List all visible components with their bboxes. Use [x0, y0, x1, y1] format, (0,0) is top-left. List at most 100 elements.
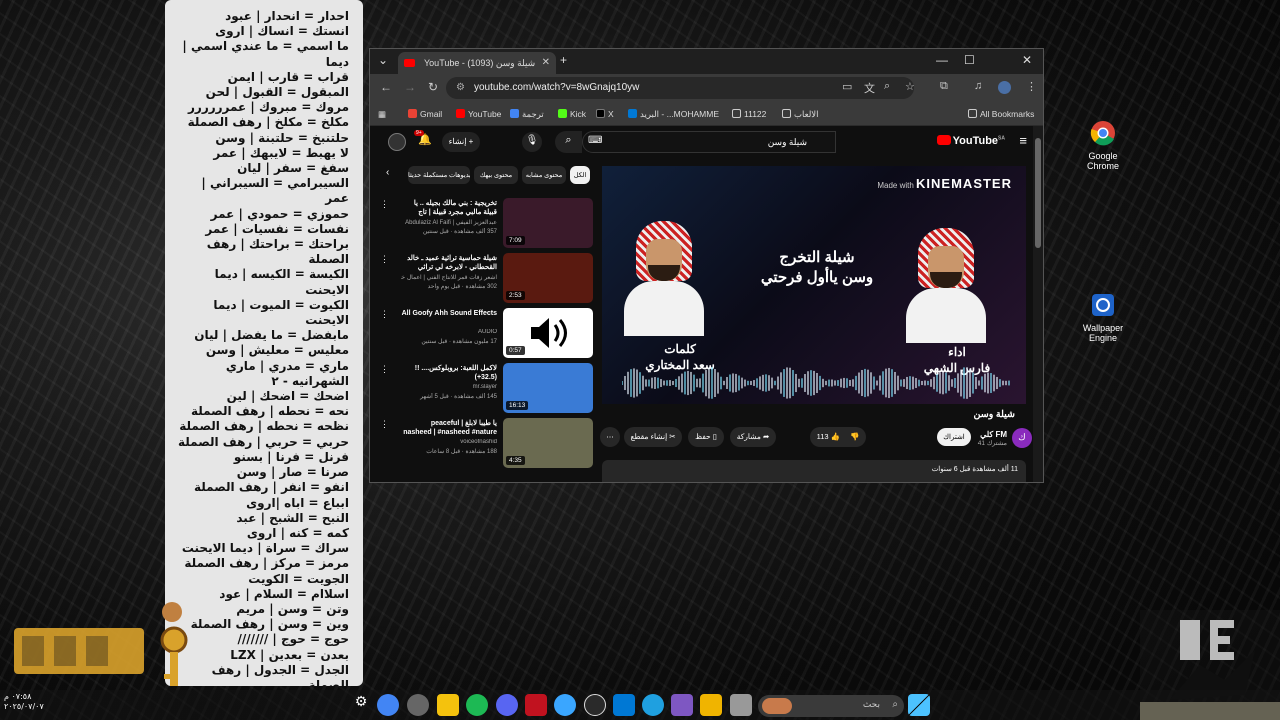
taskbar-search[interactable]: ⌕ بحث [758, 695, 904, 717]
browser-menu-icon[interactable]: ⋮ [1026, 80, 1037, 93]
recommendation-item[interactable]: 2:53 شيلة حماسية تراثية عميد ـ خالد القحط… [370, 253, 595, 303]
youtube-page: ≡ YouTubeSA شيلة وسن ⌨ ✕ ⌕ 🎙 إنشاء + 🔔9+… [370, 126, 1035, 482]
spotify-icon[interactable] [466, 694, 488, 716]
media-icon[interactable]: ♫ [974, 80, 982, 92]
search-input[interactable]: شيلة وسن [582, 131, 836, 153]
more-options-icon[interactable]: ⋮ [380, 254, 389, 265]
close-window-icon[interactable]: ✕ [1022, 53, 1032, 67]
more-options-icon[interactable]: ⋮ [380, 309, 389, 320]
chip-liked[interactable]: محتوى بيهك [474, 166, 518, 184]
search-button[interactable]: ⌕ [555, 131, 582, 153]
browser-tab[interactable]: YouTube - شيلة وسن (1093) ✕ [398, 52, 556, 74]
recommendation-meta: 145 ألف مشاهدة · قبل 5 أشهر [420, 394, 497, 400]
notifications-bell-icon[interactable]: 🔔 9+ [414, 130, 432, 146]
description-box[interactable]: 11 ألف مشاهدة قبل 6 سنوات [602, 460, 1026, 482]
bookmark-youtube[interactable]: YouTube [456, 109, 501, 119]
share-button[interactable]: مشاركة ➦ [730, 427, 776, 447]
bookmark-kick[interactable]: Kick [558, 109, 586, 119]
recommendation-item[interactable]: 7:09 تخريجية : بني مالك بجيله .. يا قبيلة… [370, 198, 595, 248]
recommendation-title[interactable]: All Goofy Ahh Sound Effects [401, 309, 497, 318]
copilot-icon[interactable] [671, 694, 693, 716]
recommendation-channel[interactable]: mr.slayer [401, 384, 497, 390]
voice-search-button[interactable]: 🎙 [522, 132, 542, 152]
chip-all[interactable]: الكل [570, 166, 590, 184]
close-tab-icon[interactable]: ✕ [542, 57, 550, 68]
note-line: انستك = انساك | اروى [215, 24, 349, 39]
notes-panel[interactable]: احدار = انحدار | عبود انستك = انساك | ارو… [165, 0, 363, 686]
profile-avatar[interactable] [998, 81, 1011, 94]
user-avatar[interactable] [388, 133, 406, 151]
subscribe-button[interactable]: اشتراك [937, 428, 971, 446]
new-tab-icon[interactable]: + [560, 53, 567, 67]
dislike-icon[interactable]: 👎 [850, 432, 859, 441]
recommendation-title[interactable]: تخريجية : بني مالك بجيله .. يا قبيلة مال… [401, 199, 497, 217]
recommendation-title[interactable]: شيلة حماسية تراثية عميد ـ خالد القحطاني … [401, 254, 497, 272]
recommendation-channel[interactable]: اشعر زفات قمر للانتاج الفني | اعمال خاصة [401, 274, 497, 281]
extensions-icon[interactable]: ⧉ [940, 80, 948, 93]
desktop-icon-wallpaper-engine[interactable]: Wallpaper Engine [1073, 292, 1133, 343]
all-bookmarks[interactable]: All Bookmarks [968, 109, 1034, 119]
app-taskbar-icon[interactable] [407, 694, 429, 716]
clip-button[interactable]: إنشاء مقطع ✂ [624, 427, 682, 447]
create-button[interactable]: إنشاء + [442, 132, 480, 152]
shield-icon[interactable] [525, 694, 547, 716]
recommendation-channel[interactable]: AUDIO [401, 329, 497, 335]
bookmark-folder-11122[interactable]: 11122 [732, 109, 766, 119]
note-line: السيبرامي = السيبراني | عمر [201, 176, 349, 206]
bookmark-folder-games[interactable]: الالعاب [782, 109, 819, 120]
channel-info[interactable]: كلي FM 41 مشترك [978, 430, 1007, 448]
youtube-logo[interactable]: YouTubeSA [936, 135, 1005, 147]
site-info-icon[interactable]: ⚙ [456, 82, 465, 93]
discord-icon[interactable] [496, 694, 518, 716]
desktop-icon-chrome[interactable]: Google Chrome [1073, 120, 1133, 171]
back-icon[interactable]: ← [380, 80, 392, 94]
recommendation-item[interactable]: 0:57 All Goofy Ahh Sound Effects AUDIO 17 م… [370, 308, 595, 358]
hamburger-menu-icon[interactable]: ≡ [1019, 133, 1027, 148]
chip-similar[interactable]: محتوى مشابه [522, 166, 566, 184]
scrollbar-thumb[interactable] [1035, 138, 1041, 248]
chips-scroll-left-icon[interactable]: ‹ [386, 167, 389, 178]
system-clock[interactable]: ٠٧:٥٨ م ٢٠٢٥/٠٧/٠٧ [4, 692, 44, 712]
video-title: شيلة وسن [973, 409, 1015, 420]
keyboard-icon[interactable]: ⌨ [588, 135, 602, 146]
bookmark-star-icon[interactable]: ☆ [905, 80, 915, 93]
notes-taskbar-icon[interactable] [437, 694, 459, 716]
apps-grid-icon[interactable]: ▦ [378, 109, 386, 120]
task-view-icon[interactable] [730, 694, 752, 716]
file-explorer-icon[interactable] [700, 694, 722, 716]
hp-icon[interactable] [584, 694, 606, 716]
cast-icon[interactable]: ▭ [842, 80, 852, 93]
bookmark-mail[interactable]: البريد - ...MOHAMME [628, 109, 719, 120]
translate-icon[interactable]: 文 [864, 80, 875, 96]
video-player[interactable]: Made with KINEMASTER شيلة التخرج وسن ياأ… [602, 166, 1026, 404]
save-button[interactable]: حفظ ▯ [688, 427, 724, 447]
whatsapp-icon[interactable] [554, 694, 576, 716]
taskbar-search-placeholder: بحث [862, 700, 880, 710]
recommendation-channel[interactable]: عبدالعزيز الفيفي | Abdulaziz Al Faifi [401, 219, 497, 226]
start-windows-icon[interactable] [908, 694, 930, 716]
more-options-icon[interactable]: ⋮ [380, 199, 389, 210]
chip-recent[interactable]: فيديوهات مستكملة حديثا [408, 166, 470, 184]
maximize-icon[interactable]: ☐ [964, 53, 975, 67]
bookmark-gmail[interactable]: Gmail [408, 109, 442, 119]
more-actions-icon[interactable]: ⋯ [600, 427, 620, 447]
bookmark-translate[interactable]: ترجمة [510, 109, 544, 120]
like-button[interactable]: 113 👍 [817, 432, 840, 441]
zoom-icon[interactable]: ⌕ [884, 80, 890, 93]
minimize-icon[interactable]: — [936, 53, 948, 67]
note-line: نفسات = نفسيات | عمر [205, 221, 349, 236]
bookmark-x[interactable]: X [596, 109, 614, 119]
recommendation-title[interactable]: لاكمل اللعبة: بروبلوكس.... !! (32.5+) [401, 364, 497, 382]
chrome-taskbar-icon[interactable] [377, 694, 399, 716]
forward-icon[interactable]: → [404, 80, 416, 94]
page-scrollbar[interactable] [1033, 126, 1043, 482]
store-icon[interactable] [613, 694, 635, 716]
channel-avatar[interactable]: ك [1012, 428, 1032, 448]
edge-icon[interactable] [642, 694, 664, 716]
settings-gear-icon[interactable]: ⚙ [350, 694, 372, 716]
recommendation-item[interactable]: 16:13 لاكمل اللعبة: بروبلوكس.... !! (32.5… [370, 363, 595, 413]
desktop-icon-label: Wallpaper [1082, 323, 1124, 333]
tab-search-icon[interactable]: ⌄ [378, 53, 388, 67]
more-options-icon[interactable]: ⋮ [380, 364, 389, 375]
reload-icon[interactable]: ↻ [428, 80, 438, 94]
